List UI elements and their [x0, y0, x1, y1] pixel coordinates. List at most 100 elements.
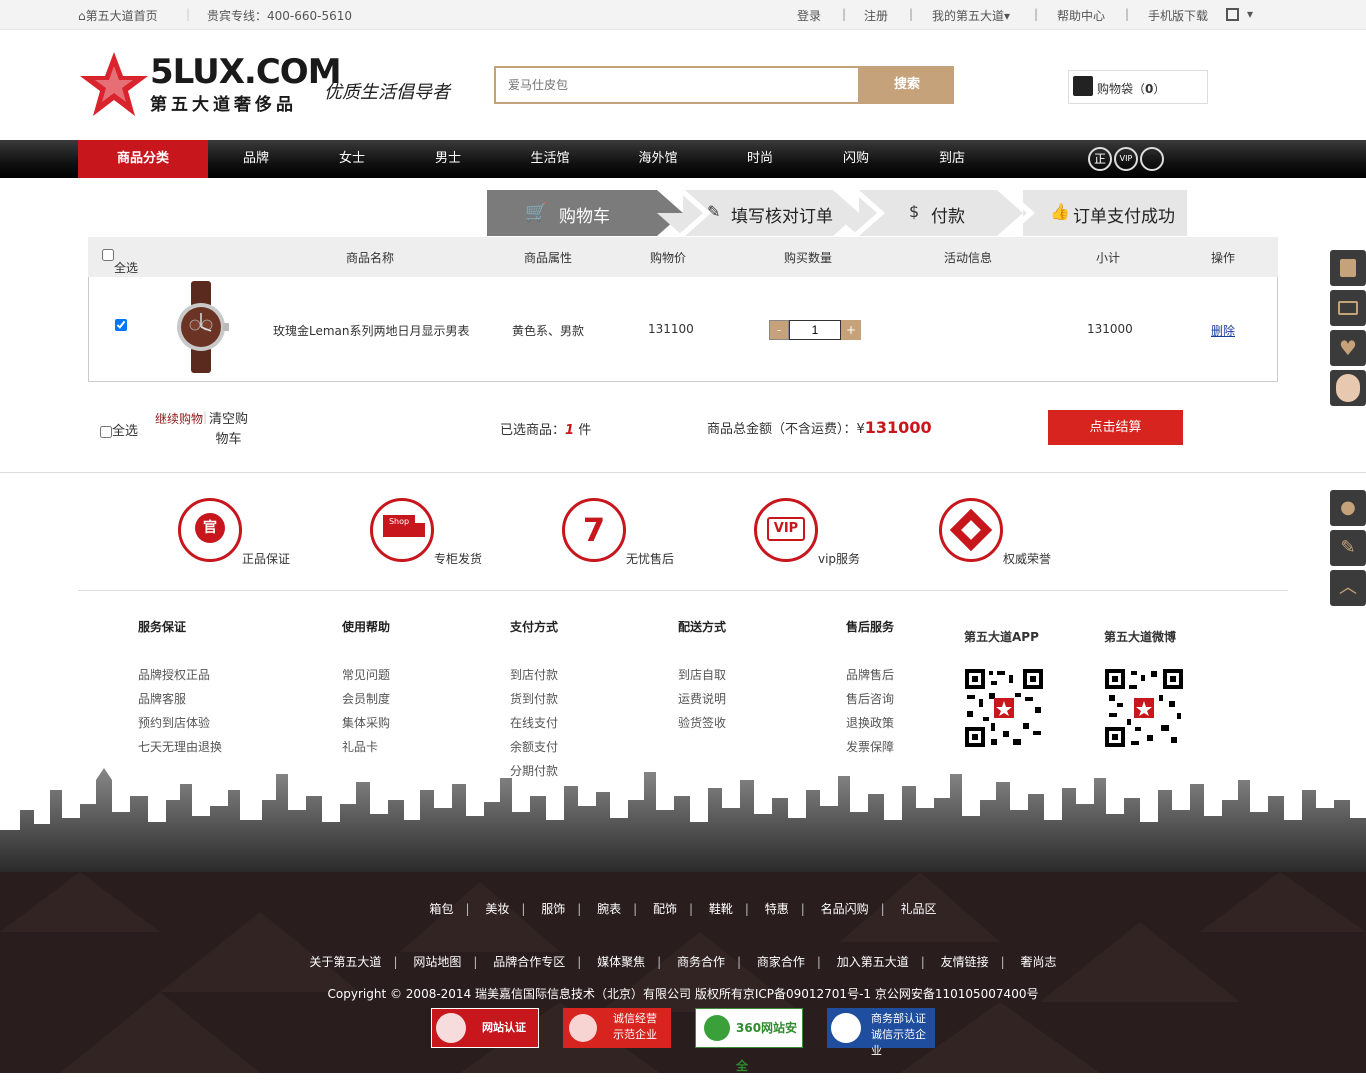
decrease-button[interactable]: -: [769, 320, 789, 340]
seal-icon: [436, 1013, 466, 1043]
footer-link[interactable]: 品牌授权正品: [138, 667, 222, 691]
help-link[interactable]: 帮助中心: [1057, 7, 1105, 24]
nav-brand[interactable]: 品牌: [226, 140, 286, 178]
caret-down-icon[interactable]: ▾: [1247, 7, 1253, 21]
footer-merchant-link[interactable]: 商家合作: [757, 955, 805, 969]
service-label: 权威荣誉: [1003, 552, 1052, 566]
wechat-icon: ●: [1340, 497, 1356, 518]
vip-glyph: VIP: [767, 517, 805, 541]
footer-link[interactable]: 货到付款: [510, 691, 558, 715]
footer-cat-link[interactable]: 礼品区: [901, 902, 937, 916]
app-qr-code: [963, 667, 1045, 749]
nav-women[interactable]: 女士: [322, 140, 382, 178]
integrity-badge[interactable]: 诚信经营示范企业: [563, 1008, 671, 1048]
footer-link[interactable]: 到店自取: [678, 667, 726, 691]
footer-cat-link[interactable]: 特惠: [765, 902, 789, 916]
service-honor: 权威荣誉: [939, 498, 1099, 568]
divider: |: [1125, 7, 1130, 21]
top-bar: ⌂第五大道首页 | 贵宾专线：400-660-5610 登录 | 注册 | 我的…: [0, 0, 1366, 30]
sidebar-service-button[interactable]: [1330, 370, 1366, 406]
increase-button[interactable]: +: [841, 320, 861, 340]
footer-link[interactable]: 常见问题: [342, 667, 390, 691]
logo-subtitle: 第五大道奢侈品: [150, 95, 297, 115]
weibo-qr-label: 第五大道微博: [1104, 630, 1177, 644]
sidebar-favorite-button[interactable]: ♥: [1330, 330, 1366, 366]
footer-link[interactable]: 预约到店体验: [138, 715, 222, 739]
product-subtotal: 131000: [1087, 322, 1133, 336]
chevron-up-icon: ︿: [1339, 577, 1357, 598]
shopping-bag-icon: [1340, 259, 1356, 277]
sidebar-bag-button[interactable]: [1330, 250, 1366, 286]
login-link[interactable]: 登录: [797, 7, 821, 24]
cart-label-text: 购物袋（: [1097, 82, 1146, 96]
checkout-button[interactable]: 点击结算: [1048, 410, 1183, 445]
footer-categories: 箱包 | 美妆 | 服饰 | 腕表 | 配饰 | 鞋靴 | 特惠 | 名品闪购 | 礼品区: [429, 902, 937, 916]
select-all-bottom-checkbox[interactable]: [100, 425, 112, 438]
footer-friend-link[interactable]: 友情链接: [941, 955, 989, 969]
footer-cat-link[interactable]: 鞋靴: [709, 902, 733, 916]
home-link[interactable]: ⌂第五大道首页: [78, 7, 158, 24]
qr-code-icon[interactable]: [1226, 8, 1239, 21]
footer-cat-link[interactable]: 箱包: [429, 902, 453, 916]
footer-join-link[interactable]: 加入第五大道: [837, 955, 909, 969]
clear-cart-link[interactable]: 清空购物车: [188, 410, 250, 450]
nav-in-store[interactable]: 到店: [922, 140, 982, 178]
footer-link[interactable]: 在线支付: [510, 715, 558, 739]
footer-cat-link[interactable]: 名品闪购: [821, 902, 869, 916]
footer-media-link[interactable]: 媒体聚焦: [597, 955, 645, 969]
footer-link[interactable]: 到店付款: [510, 667, 558, 691]
search-button[interactable]: 搜索: [860, 66, 954, 104]
sidebar-wechat-button[interactable]: ●: [1330, 490, 1366, 526]
nav-overseas[interactable]: 海外馆: [628, 140, 688, 178]
nav-fashion[interactable]: 时尚: [730, 140, 790, 178]
select-all-label: 全选: [114, 261, 139, 275]
mobile-link[interactable]: 手机版下载: [1148, 7, 1208, 24]
nav-men[interactable]: 男士: [418, 140, 478, 178]
footer-business-link[interactable]: 商务合作: [677, 955, 725, 969]
register-link[interactable]: 注册: [864, 7, 888, 24]
sidebar-card-button[interactable]: [1330, 290, 1366, 326]
cart-label: 购物袋（0）: [1097, 80, 1165, 97]
product-image[interactable]: [169, 279, 233, 375]
select-all-checkbox[interactable]: [102, 248, 114, 261]
nav-category[interactable]: 商品分类: [78, 140, 208, 178]
sidebar-feedback-button[interactable]: ✎: [1330, 530, 1366, 566]
footer-link[interactable]: 退换政策: [846, 715, 894, 739]
mofcom-badge[interactable]: 商务部认证诚信示范企业: [827, 1008, 935, 1057]
product-name[interactable]: 玫瑰金Leman系列两地日月显示男表: [273, 322, 470, 339]
logo-star-icon[interactable]: [78, 48, 150, 120]
footer-link[interactable]: 运费说明: [678, 691, 726, 715]
step-fill-order: 填写核对订单: [731, 207, 833, 227]
service-label: vip服务: [818, 552, 861, 566]
footer-link[interactable]: 验货签收: [678, 715, 726, 739]
footer-link[interactable]: 集体采购: [342, 715, 390, 739]
cart-step-icon: 🛒: [525, 202, 548, 223]
footer-col-service: 服务保证 品牌授权正品 品牌客服 预约到店体验 七天无理由退换: [138, 618, 222, 763]
footer-magazine-link[interactable]: 奢尚志: [1021, 955, 1057, 969]
footer-cat-link[interactable]: 美妆: [485, 902, 509, 916]
nav-flash-sale[interactable]: 闪购: [826, 140, 886, 178]
footer-link[interactable]: 品牌售后: [846, 667, 894, 691]
footer-cat-link[interactable]: 腕表: [597, 902, 621, 916]
360-security-badge[interactable]: 360网站安全: [695, 1008, 803, 1073]
footer-link[interactable]: 品牌客服: [138, 691, 222, 715]
back-to-top-button[interactable]: ︿: [1330, 570, 1366, 606]
footer-cat-link[interactable]: 服饰: [541, 902, 565, 916]
footer-cat-link[interactable]: 配饰: [653, 902, 677, 916]
step-payment: 付款: [931, 207, 965, 227]
my-account-dropdown[interactable]: 我的第五大道▾: [932, 7, 1010, 24]
footer-sitemap-link[interactable]: 网站地图: [413, 955, 461, 969]
footer-link[interactable]: 会员制度: [342, 691, 390, 715]
search-input[interactable]: [496, 68, 858, 102]
delete-link[interactable]: 删除: [1211, 322, 1235, 339]
footer-about-link[interactable]: 关于第五大道: [309, 955, 381, 969]
site-cert-badge[interactable]: 网站认证: [431, 1008, 539, 1048]
app-qr-label: 第五大道APP: [964, 630, 1039, 644]
nav-lifestyle[interactable]: 生活馆: [520, 140, 580, 178]
shopping-bag-button[interactable]: 购物袋（0）: [1068, 70, 1208, 104]
select-all-bottom: 全选: [100, 420, 138, 439]
item-checkbox[interactable]: [115, 319, 127, 331]
quantity-input[interactable]: [789, 320, 841, 340]
footer-link[interactable]: 售后咨询: [846, 691, 894, 715]
footer-brand-link[interactable]: 品牌合作专区: [493, 955, 565, 969]
